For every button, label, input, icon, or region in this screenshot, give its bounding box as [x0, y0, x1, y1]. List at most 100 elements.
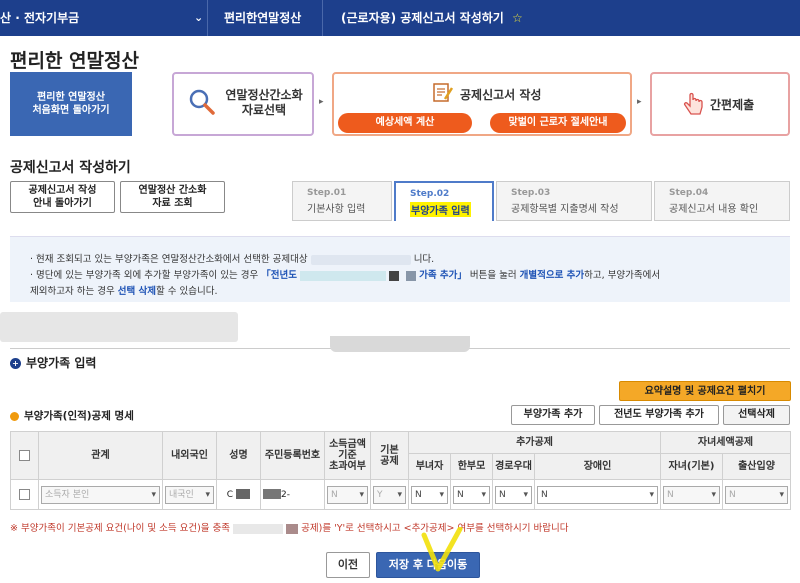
header-basic-line2: 공제	[380, 455, 399, 467]
step3-label: 간편제출	[710, 98, 755, 112]
chevron-down-icon: ⌄	[194, 11, 204, 24]
step1-label-line1: 연말정산간소화	[225, 88, 303, 102]
info-line2-f: 하고, 부양가족에서	[584, 270, 661, 281]
tab-step-name: 공제항목별 지출명세 작성	[511, 204, 619, 215]
disabled-select[interactable]: N	[537, 485, 658, 504]
disabled-cell: N	[534, 479, 661, 510]
tab-step-number: Step.03	[511, 188, 551, 198]
header-income-line3: 초과여부	[329, 461, 366, 472]
relation-select[interactable]: 소득자 본인	[41, 485, 160, 504]
info-line3-c: 할 수 있습니다.	[156, 286, 218, 297]
document-pencil-icon	[433, 83, 454, 102]
single-parent-cell: N	[450, 479, 493, 510]
breadcrumb-menu-1[interactable]: 산 · 전자기부금 ⌄	[0, 0, 205, 36]
breadcrumb-label-1: 산 · 전자기부금	[0, 11, 80, 25]
page-title: 편리한 연말정산	[10, 50, 139, 72]
elderly-cell: N	[492, 479, 535, 510]
tab-step-number: Step.04	[669, 188, 709, 198]
summary-expand-button[interactable]: 요약설명 및 공제요건 펼치기	[619, 381, 791, 401]
step-simple-submit[interactable]: 간편제출	[650, 72, 790, 136]
table-title-text: 부양가족(인적)공제 명세	[24, 410, 134, 422]
basic-cell: Y	[370, 479, 409, 510]
breadcrumb-label-2: 편리한연말정산	[224, 11, 302, 25]
add-dependent-button[interactable]: 부양가족 추가	[511, 405, 595, 425]
info-line2-d: 버튼을 눌러	[469, 270, 517, 281]
table-title: 부양가족(인적)공제 명세	[10, 408, 134, 423]
tab-step-number: Step.02	[410, 189, 450, 199]
tab-step-04[interactable]: Step.04 공제신고서 내용 확인	[654, 181, 790, 221]
simplified-lookup-button[interactable]: 연말정산 간소화 자료 조회	[120, 181, 225, 213]
home-button-line2: 처음화면 돌아가기	[32, 105, 110, 116]
redacted-area	[0, 312, 238, 342]
dual-income-guide-button[interactable]: 맞벌이 근로자 절세안내	[490, 113, 626, 133]
section-title: 공제신고서 작성하기	[10, 160, 131, 176]
header-elderly: 경로우대	[492, 453, 535, 480]
guide-back-line1: 공제신고서 작성	[28, 185, 97, 196]
redacted-block	[286, 523, 299, 534]
breadcrumb-menu-2[interactable]: 편리한연말정산	[224, 0, 301, 36]
redacted-block	[263, 489, 281, 499]
header-ssn: 주민등록번호	[260, 431, 325, 480]
tab-step-name: 공제신고서 내용 확인	[669, 204, 759, 215]
expected-tax-button[interactable]: 예상세액 계산	[338, 113, 472, 133]
home-button-line1: 편리한 연말정산	[37, 92, 105, 103]
favorite-star-icon[interactable]: ☆	[512, 11, 523, 25]
breadcrumb-label-3: (근로자용) 공제신고서 작성하기	[341, 11, 504, 25]
collapse-handle[interactable]	[330, 336, 470, 352]
header-child-basic: 자녀(기본)	[660, 453, 723, 480]
basic-deduction-select[interactable]: Y	[373, 485, 406, 504]
single-parent-select[interactable]: N	[453, 485, 490, 504]
guide-back-button[interactable]: 공제신고서 작성 안내 돌아가기	[10, 181, 115, 213]
nav-divider	[207, 0, 208, 36]
nav-divider	[322, 0, 323, 36]
tab-step-01[interactable]: Step.01 기본사항 입력	[292, 181, 392, 221]
header-name: 성명	[216, 431, 261, 480]
home-button[interactable]: 편리한 연말정산 처음화면 돌아가기	[10, 72, 132, 136]
plus-circle-icon: +	[10, 358, 21, 369]
info-notice-box: · 현재 조회되고 있는 부양가족은 연말정산간소화에서 선택한 공제대상 니다…	[10, 236, 790, 302]
woman-select[interactable]: N	[411, 485, 448, 504]
header-nationality: 내외국인	[162, 431, 217, 480]
header-select-all	[10, 431, 39, 480]
info-line3-b: 선택 삭제	[117, 286, 157, 297]
tab-step-03[interactable]: Step.03 공제항목별 지출명세 작성	[496, 181, 652, 221]
income-over-select[interactable]: N	[327, 485, 368, 504]
redacted-block	[236, 489, 251, 499]
tab-step-02[interactable]: Step.02 부양가족 입력	[394, 181, 494, 221]
tab-step-number: Step.01	[307, 188, 347, 198]
redacted-block	[233, 523, 284, 534]
guide-back-line2: 안내 돌아가기	[33, 198, 92, 209]
simplified-lookup-line1: 연말정산 간소화	[138, 185, 207, 196]
row-checkbox[interactable]	[19, 488, 30, 500]
name-value: C	[226, 490, 234, 500]
nationality-select[interactable]: 내국인	[165, 485, 214, 504]
header-disabled: 장애인	[534, 453, 661, 480]
prev-button[interactable]: 이전	[326, 552, 370, 578]
info-line2-c: 가족 추가」	[419, 270, 467, 281]
birth-adopt-cell: N	[721, 479, 792, 510]
info-line2-a: · 명단에 있는 부양가족 외에 추가할 부양가족이 있는 경우	[30, 270, 259, 281]
header-single-parent: 한부모	[450, 453, 493, 480]
magnifier-icon	[189, 89, 215, 115]
delete-selected-button[interactable]: 선택삭제	[723, 405, 790, 425]
arrow-right-icon: ▸	[481, 118, 486, 127]
checkmark-annotation-icon	[421, 527, 463, 572]
redacted-block	[389, 270, 400, 281]
nationality-cell: 내국인	[162, 479, 217, 510]
select-all-checkbox[interactable]	[19, 449, 30, 461]
step-simplified-data[interactable]: 연말정산간소화 자료선택	[172, 72, 314, 136]
elderly-select[interactable]: N	[495, 485, 532, 504]
header-basic-deduction: 기본 공제	[370, 431, 409, 480]
note-part-a: ※ 부양가족이 기본공제 요건(나이 및 소득 요건)을 충족	[10, 523, 231, 534]
add-prev-year-dependent-button[interactable]: 전년도 부양가족 추가	[599, 405, 719, 425]
redacted-block	[310, 254, 411, 265]
panel-title: + 부양가족 입력	[10, 354, 96, 371]
table-row: 소득자 본인 내국인 C 2- N Y N N N N N N	[10, 479, 792, 510]
top-navigation-bar: 산 · 전자기부금 ⌄ 편리한연말정산 (근로자용) 공제신고서 작성하기 ☆	[0, 0, 800, 36]
birth-adopt-select[interactable]: N	[725, 485, 789, 504]
arrow-right-icon: ▸	[637, 97, 642, 107]
arrow-right-icon: ▸	[319, 97, 324, 107]
breadcrumb-menu-3[interactable]: (근로자용) 공제신고서 작성하기 ☆	[341, 0, 523, 36]
header-basic-line1: 기본	[380, 444, 399, 456]
child-basic-select[interactable]: N	[663, 485, 720, 504]
